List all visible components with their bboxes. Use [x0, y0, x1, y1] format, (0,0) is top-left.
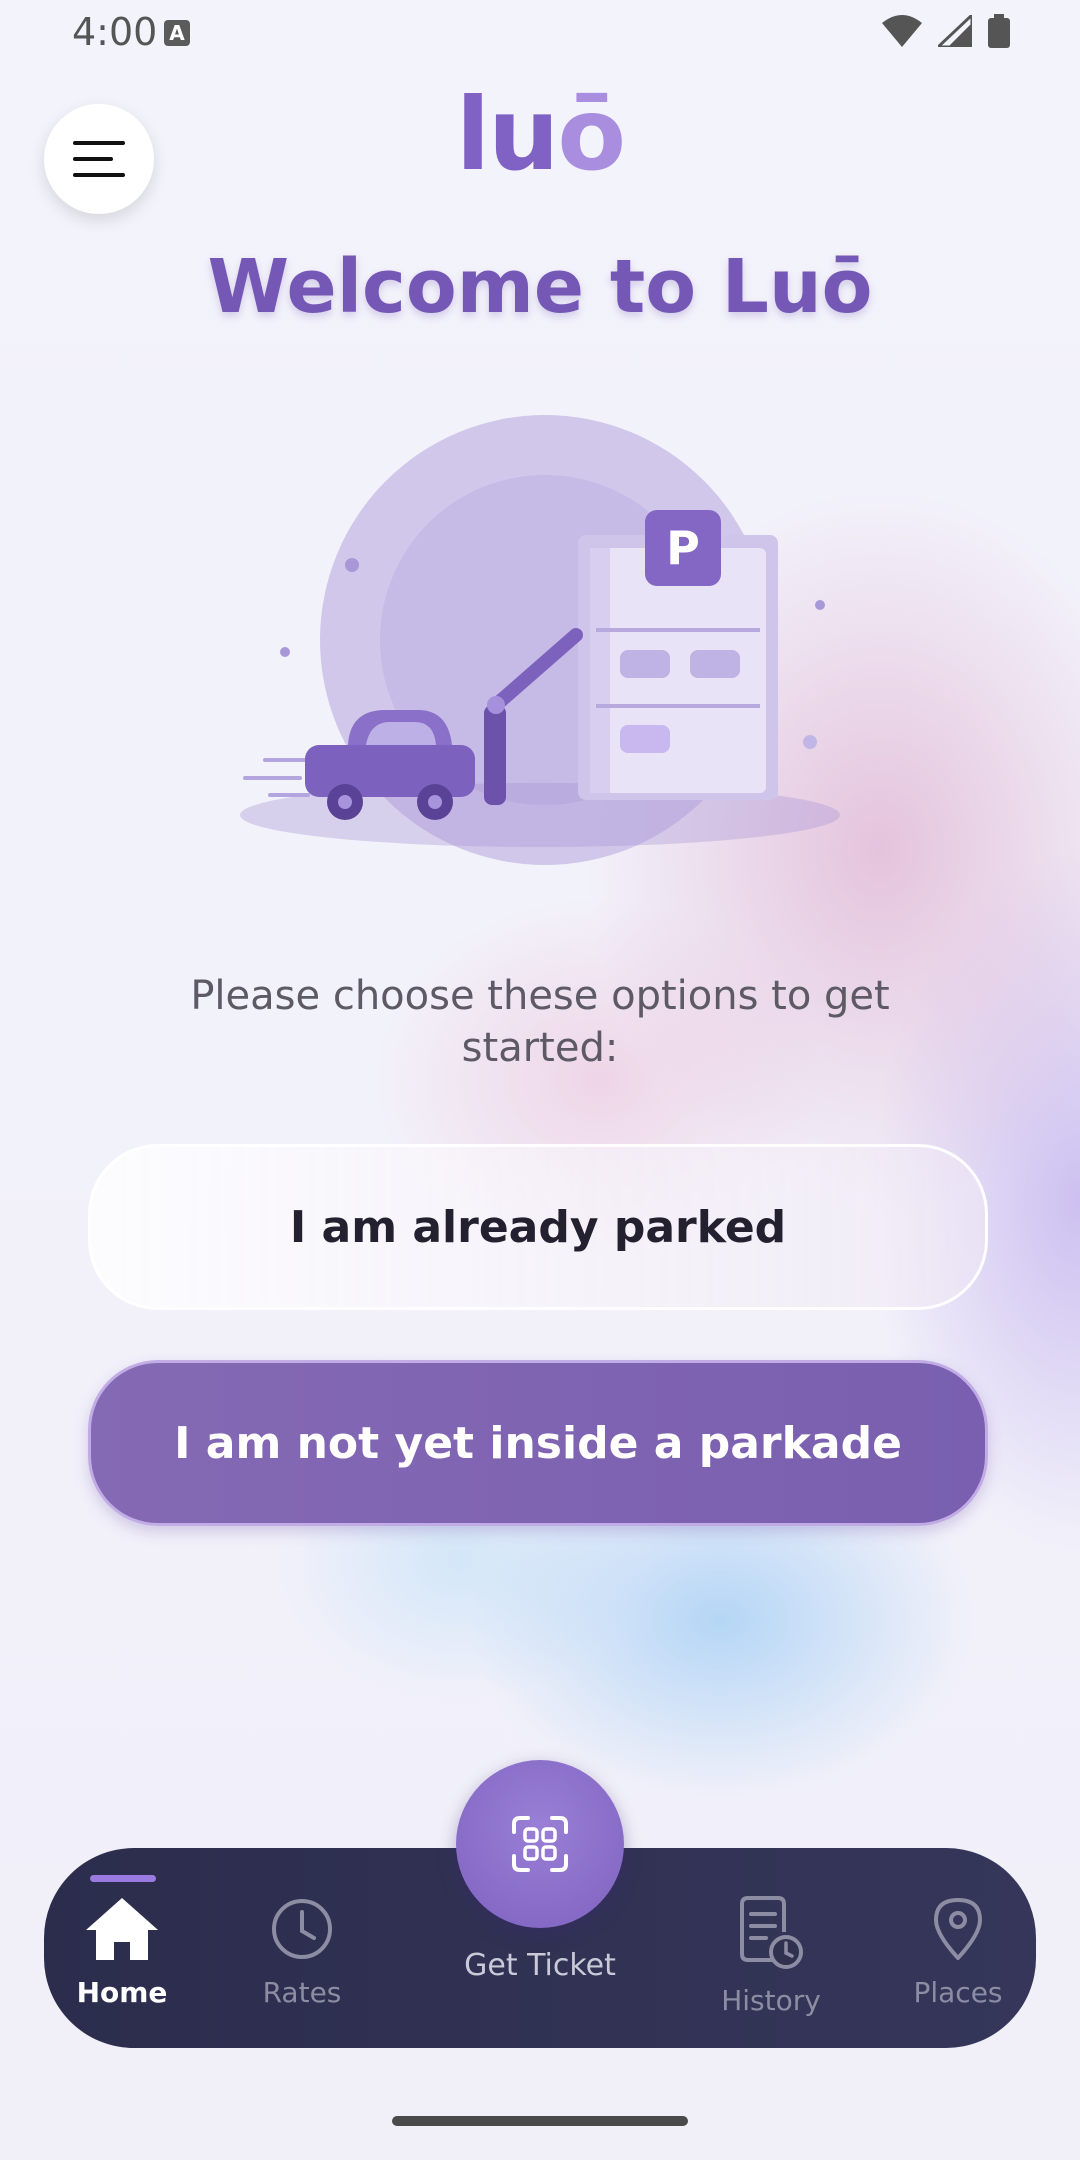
parking-sign-letter: P	[666, 521, 700, 575]
ticket-scan-icon	[512, 1816, 568, 1872]
logo-accent-text: ō	[557, 76, 626, 193]
nav-label-get-ticket: Get Ticket	[464, 1948, 616, 1983]
page-title: Welcome to Luō	[207, 244, 873, 330]
wifi-icon	[882, 15, 922, 47]
battery-icon	[988, 14, 1010, 48]
nav-label-rates: Rates	[262, 1976, 342, 2009]
home-indicator[interactable]	[392, 2116, 688, 2126]
parking-illustration: P	[220, 400, 860, 884]
nav-item-places[interactable]: Places	[878, 1896, 1038, 2009]
nav-label-history: History	[721, 1984, 821, 2017]
instruction-text: Please choose these options to get start…	[190, 973, 890, 1071]
nav-item-rates[interactable]: Rates	[222, 1896, 382, 2009]
already-parked-button[interactable]: I am already parked	[88, 1144, 988, 1310]
not-inside-parkade-button[interactable]: I am not yet inside a parkade	[88, 1360, 988, 1526]
status-time: 4:00	[72, 10, 158, 54]
status-icons	[882, 14, 1010, 48]
location-pin-icon	[934, 1898, 982, 1960]
nav-label-home: Home	[76, 1976, 168, 2009]
home-icon	[86, 1898, 158, 1960]
nav-label-places: Places	[913, 1976, 1003, 2009]
active-tab-indicator	[90, 1875, 156, 1882]
get-ticket-button[interactable]	[456, 1760, 624, 1928]
clock-icon	[272, 1899, 332, 1959]
nav-item-history[interactable]: History	[691, 1896, 851, 2017]
notification-icon: A	[164, 20, 190, 46]
nav-item-home[interactable]: Home	[42, 1896, 202, 2009]
app-logo: luō	[0, 76, 1080, 193]
history-document-icon	[740, 1896, 803, 1969]
logo-text: lu	[455, 76, 559, 193]
signal-icon	[938, 15, 972, 47]
